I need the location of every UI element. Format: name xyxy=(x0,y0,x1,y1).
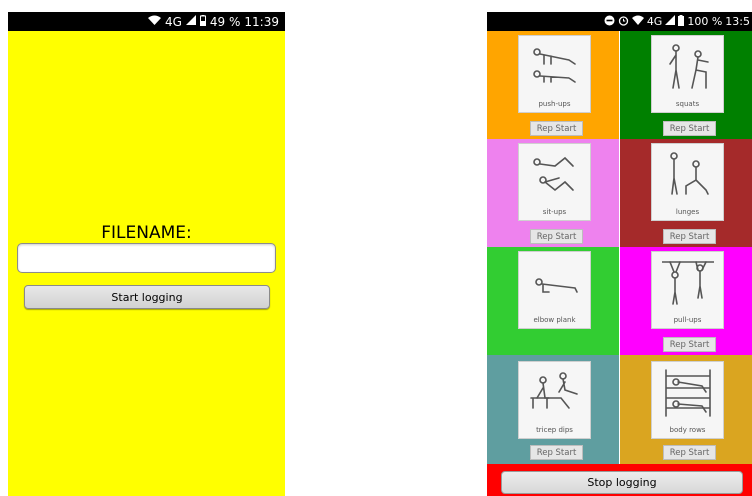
battery-percent: 49 % xyxy=(209,14,241,29)
exercise-image-tricep-dips[interactable]: tricep dips xyxy=(518,361,591,439)
exercise-cell-body-rows: body rows Rep Start xyxy=(620,355,752,464)
body-rows-icon xyxy=(665,369,711,417)
exercise-cell-sit-ups: sit-ups Rep Start xyxy=(487,139,619,247)
exercise-image-body-rows[interactable]: body rows xyxy=(651,361,724,439)
push-ups-icon xyxy=(533,48,576,83)
exercise-label: elbow plank xyxy=(533,316,576,324)
exercise-image-squats[interactable]: squats xyxy=(651,35,724,113)
exercise-cell-push-ups: push-ups Rep Start xyxy=(487,31,619,139)
battery-percent: 100 % xyxy=(687,15,723,28)
status-bar: 4G 100 % 13:5 xyxy=(487,12,752,31)
exercise-label: lunges xyxy=(675,208,700,216)
tricep-dips-icon xyxy=(530,372,578,409)
exercise-image-sit-ups[interactable]: sit-ups xyxy=(518,143,591,221)
clock: 13:5 xyxy=(725,15,750,28)
exercise-image-pull-ups[interactable]: pull-ups xyxy=(651,251,724,329)
start-logging-button[interactable]: Start logging xyxy=(24,285,270,309)
network-type: 4G xyxy=(164,14,182,29)
dnd-icon xyxy=(604,15,615,29)
exercise-label: body rows xyxy=(669,426,706,434)
exercise-image-push-ups[interactable]: push-ups xyxy=(518,35,591,113)
wifi-icon xyxy=(147,15,161,28)
exercise-grid: push-ups Rep Start squats Rep Start sit-… xyxy=(487,31,752,464)
exercise-cell-tricep-dips: tricep dips Rep Start xyxy=(487,355,619,464)
filename-input[interactable] xyxy=(17,243,276,273)
exercise-cell-pull-ups: pull-ups Rep Start xyxy=(620,247,752,355)
squats-icon xyxy=(669,44,709,89)
exercise-cell-elbow-plank: elbow plank xyxy=(487,247,619,355)
footer-bar: Stop logging xyxy=(487,464,752,496)
filename-label: FILENAME: xyxy=(101,223,192,243)
network-type: 4G xyxy=(646,15,663,28)
exercise-label: sit-ups xyxy=(542,208,567,216)
lunges-icon xyxy=(670,152,709,195)
rep-start-button-body-rows[interactable]: Rep Start xyxy=(663,445,716,460)
wifi-icon xyxy=(631,15,644,28)
logging-start-screen: 4G 49 % 11:39 FILENAME: Start logging xyxy=(8,12,285,496)
exercise-label: tricep dips xyxy=(536,426,573,434)
pull-ups-icon xyxy=(662,261,714,305)
exercise-label: squats xyxy=(675,100,700,108)
alarm-icon xyxy=(618,15,629,29)
exercise-image-lunges[interactable]: lunges xyxy=(651,143,724,221)
rep-start-button-sit-ups[interactable]: Rep Start xyxy=(530,229,583,244)
rep-start-button-squats[interactable]: Rep Start xyxy=(663,121,716,136)
battery-icon xyxy=(678,14,685,29)
signal-icon xyxy=(185,15,196,28)
rep-start-button-lunges[interactable]: Rep Start xyxy=(663,229,716,244)
status-bar: 4G 49 % 11:39 xyxy=(8,12,285,31)
exercise-image-elbow-plank[interactable]: elbow plank xyxy=(518,251,591,329)
exercise-label: pull-ups xyxy=(673,316,702,324)
battery-icon xyxy=(199,14,206,29)
signal-icon xyxy=(665,15,676,28)
exercise-cell-squats: squats Rep Start xyxy=(620,31,752,139)
exercise-label: push-ups xyxy=(538,100,571,108)
elbow-plank-icon xyxy=(535,278,578,293)
rep-start-button-push-ups[interactable]: Rep Start xyxy=(530,121,583,136)
sit-ups-icon xyxy=(533,156,574,192)
exercise-grid-screen: 4G 100 % 13:5 push-ups Rep Start squats … xyxy=(487,12,752,496)
stop-logging-button[interactable]: Stop logging xyxy=(501,471,743,494)
rep-start-button-tricep-dips[interactable]: Rep Start xyxy=(530,445,583,460)
clock: 11:39 xyxy=(244,14,279,29)
exercise-cell-lunges: lunges Rep Start xyxy=(620,139,752,247)
rep-start-button-pull-ups[interactable]: Rep Start xyxy=(663,337,716,352)
